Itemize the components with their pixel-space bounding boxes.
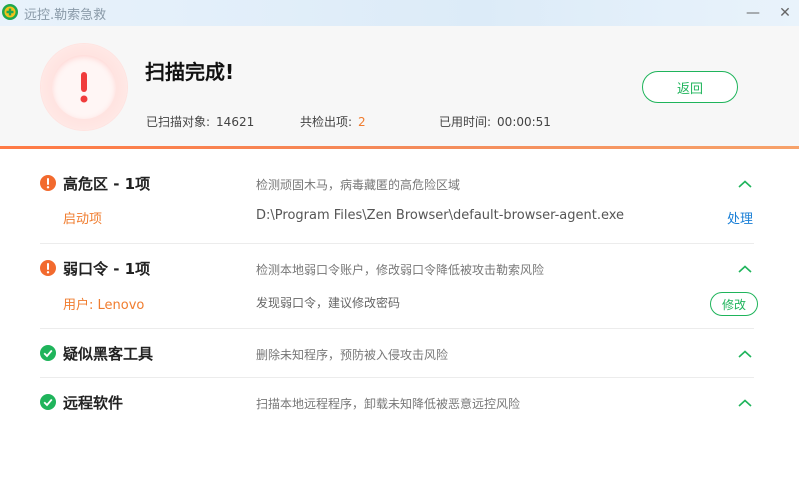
item-file-path: D:\Program Files\Zen Browser\default-bro… — [256, 208, 625, 223]
section-description: 扫描本地远程程序，卸载未知降低被恶意远控风险 — [256, 397, 521, 411]
chevron-up-icon[interactable] — [737, 179, 753, 189]
alert-exclamation-icon — [80, 72, 88, 103]
app-logo-icon — [2, 4, 18, 20]
check-icon — [40, 345, 56, 361]
alert-badge-inner — [52, 55, 116, 119]
section-divider — [40, 377, 754, 378]
scan-result-title: 扫描完成! — [145, 60, 235, 84]
section-divider — [40, 243, 754, 244]
chevron-up-icon[interactable] — [737, 264, 753, 274]
close-button[interactable]: ✕ — [770, 0, 799, 26]
section-title: 高危区 - 1项 — [63, 175, 151, 193]
minimize-button[interactable]: — — [738, 0, 768, 26]
item-label: 启动项 — [63, 212, 103, 227]
warning-icon — [40, 175, 56, 191]
header-divider — [0, 146, 799, 149]
item-detail: 发现弱口令，建议修改密码 — [256, 296, 401, 310]
stat-time-value: 00:00:51 — [497, 115, 551, 129]
section-divider — [40, 328, 754, 329]
back-button[interactable]: 返回 — [642, 71, 738, 103]
stat-found-items: 共检出项: 2 — [300, 113, 366, 130]
section-high-risk: 高危区 - 1项 检测顽固木马，病毒藏匿的高危险区域 启动项 D:\Progra… — [40, 170, 754, 242]
stat-scanned-objects: 已扫描对象: 14621 — [146, 113, 254, 130]
stat-elapsed-time: 已用时间: 00:00:51 — [439, 113, 551, 130]
section-remote-software: 远程软件 扫描本地远程程序，卸载未知降低被恶意远控风险 — [40, 389, 754, 419]
section-description: 删除未知程序，预防被入侵攻击风险 — [256, 348, 449, 362]
warning-icon — [40, 260, 56, 276]
title-bar: 远控.勒索急救 — ✕ — [0, 0, 799, 26]
window-title: 远控.勒索急救 — [24, 8, 107, 23]
section-description: 检测本地弱口令账户，修改弱口令降低被攻击勒索风险 — [256, 263, 545, 277]
stat-scanned-value: 14621 — [216, 115, 255, 129]
chevron-up-icon[interactable] — [737, 349, 753, 359]
section-title: 远程软件 — [63, 394, 124, 412]
item-label: 用户: Lenovo — [63, 298, 145, 313]
section-description: 检测顽固木马，病毒藏匿的高危险区域 — [256, 178, 461, 192]
modify-button[interactable]: 修改 — [710, 292, 758, 316]
section-title: 疑似黑客工具 — [63, 345, 154, 363]
section-weak-password: 弱口令 - 1项 检测本地弱口令账户，修改弱口令降低被攻击勒索风险 用户: Le… — [40, 255, 758, 327]
stat-found-label: 共检出项: — [300, 115, 353, 129]
chevron-up-icon[interactable] — [737, 398, 753, 408]
section-hacker-tools: 疑似黑客工具 删除未知程序，预防被入侵攻击风险 — [40, 340, 754, 370]
stat-found-value: 2 — [358, 115, 366, 129]
stat-time-label: 已用时间: — [439, 115, 492, 129]
section-title: 弱口令 - 1项 — [63, 260, 151, 278]
check-icon — [40, 394, 56, 410]
stat-scanned-label: 已扫描对象: — [146, 115, 211, 129]
handle-link[interactable]: 处理 — [727, 208, 753, 227]
